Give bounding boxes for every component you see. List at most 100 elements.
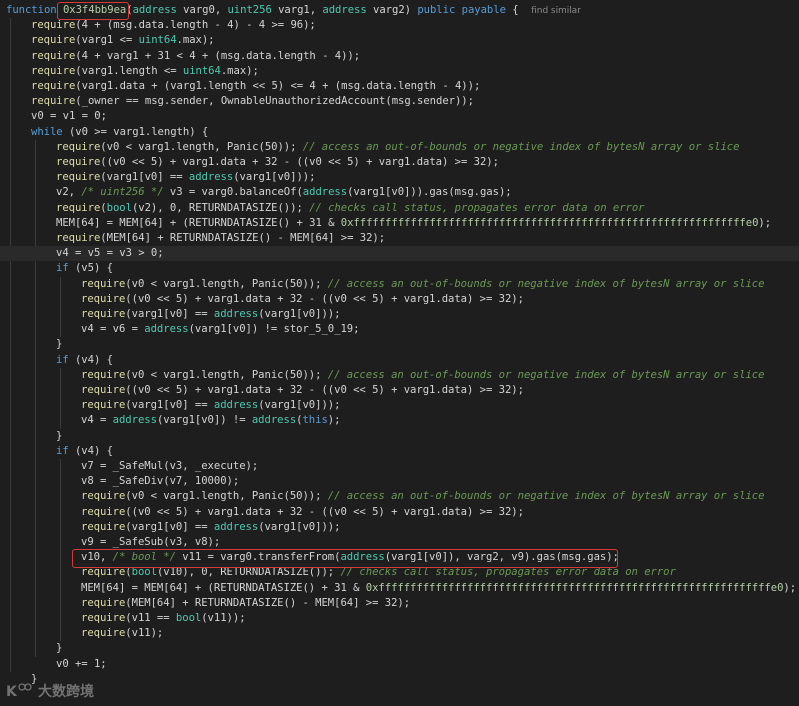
- code-token: // checks call status, propagates error …: [340, 566, 676, 579]
- code-token: (v11);: [125, 627, 164, 640]
- code-token: // access an out-of-bounds or negative i…: [327, 490, 765, 503]
- code-token: if: [56, 353, 69, 366]
- code-line: }: [0, 641, 799, 656]
- code-token: bool: [175, 612, 202, 624]
- code-token: v0 += 1;: [56, 657, 107, 670]
- code-token: address: [112, 414, 157, 427]
- code-line: require(varg1[v0] == address(varg1[v0]))…: [0, 398, 799, 413]
- code-token: require: [81, 399, 126, 412]
- code-token: require: [81, 596, 126, 609]
- code-line: require(MEM[64] + RETURNDATASIZE() - MEM…: [0, 596, 799, 611]
- code-token: // checks call status, propagates error …: [309, 201, 645, 214]
- code-token: require: [31, 80, 76, 92]
- code-token: (v4) {: [68, 444, 113, 457]
- code-token: );: [327, 414, 341, 427]
- code-token: );: [758, 216, 772, 229]
- code-editor[interactable]: function 0x3f4bb9ea(address varg0, uint2…: [0, 0, 799, 706]
- code-line: v2, /* uint256 */ v3 = varg0.balanceOf(a…: [0, 185, 799, 200]
- code-line: require(v0 < varg1.length, Panic(50)); /…: [0, 368, 799, 383]
- code-token: }: [56, 642, 63, 655]
- watermark: K 大数跨境: [6, 680, 94, 702]
- code-token: require: [56, 140, 101, 153]
- code-token: address: [188, 171, 234, 184]
- code-token: require: [81, 308, 126, 320]
- code-line: v0 += 1;: [0, 657, 799, 672]
- code-token: v2,: [56, 186, 82, 199]
- code-token: (v4) {: [68, 353, 113, 366]
- code-token: (varg1.data + (varg1.length << 5) <= 4 +…: [75, 80, 481, 92]
- code-token: v0 = v1 = 0;: [31, 110, 107, 123]
- code-token: // access an out-of-bounds or negative i…: [302, 140, 740, 153]
- code-token: address: [322, 4, 367, 16]
- code-token: (v11));: [201, 612, 246, 624]
- code-token: ((v0 << 5) + varg1.data + 32 - ((v0 << 5…: [125, 384, 524, 396]
- find-similar-link[interactable]: find similar: [531, 6, 581, 16]
- code-token: v4 = v5 = v3 > 0;: [56, 247, 164, 260]
- code-token: require: [31, 19, 76, 32]
- code-line: v4 = v6 = address(varg1[v0]) != stor_5_0…: [0, 322, 799, 337]
- code-line: MEM[64] = MEM[64] + (RETURNDATASIZE() + …: [0, 216, 799, 231]
- code-token: (v5) {: [68, 262, 113, 275]
- code-token: (varg1[v0]));: [233, 171, 316, 184]
- code-token: v7 = _SafeMul(v3, _execute);: [81, 460, 259, 472]
- code-token: require: [81, 520, 126, 533]
- code-token: (varg1[v0] ==: [125, 308, 214, 320]
- code-token: address: [340, 551, 385, 564]
- code-token: (v0 < varg1.length, Panic(50));: [125, 277, 328, 290]
- code-token: (v10), 0, RETURNDATASIZE());: [156, 566, 341, 579]
- code-token: (varg1[v0] ==: [125, 399, 214, 412]
- code-token: (MEM[64] + RETURNDATASIZE() - MEM[64] >=…: [125, 596, 411, 609]
- code-line: MEM[64] = MEM[64] + (RETURNDATASIZE() + …: [0, 581, 799, 596]
- code-token: while: [31, 125, 63, 138]
- code-token: address: [251, 414, 297, 427]
- code-line: require((v0 << 5) + varg1.data + 32 - ((…: [0, 505, 799, 520]
- code-token: require: [81, 627, 126, 640]
- code-line: }: [0, 672, 799, 687]
- code-token: require: [31, 64, 76, 77]
- code-token: require: [81, 490, 126, 503]
- code-token: v11 = varg0.transferFrom(: [175, 551, 341, 564]
- code-token: MEM[64] = MEM[64] + (RETURNDATASIZE() + …: [56, 216, 341, 229]
- code-line: require(v0 < varg1.length, Panic(50)); /…: [0, 277, 799, 292]
- code-token: (varg1[v0]) != stor_5_0_19;: [188, 323, 360, 336]
- code-token: );: [783, 581, 797, 594]
- code-line: }: [0, 337, 799, 352]
- code-token: address: [144, 323, 189, 336]
- code-token: }: [56, 429, 63, 442]
- code-token: uint64: [138, 34, 177, 47]
- code-token: public payable: [417, 4, 506, 16]
- code-token: (varg1[v0] ==: [100, 171, 189, 184]
- code-token: require: [31, 34, 76, 47]
- code-token: address: [302, 186, 348, 199]
- code-line: require(varg1.length <= uint64.max);: [0, 64, 799, 79]
- code-line: require(varg1 <= uint64.max);: [0, 33, 799, 48]
- code-token: (4 + varg1 + 31 < 4 + (msg.data.length -…: [75, 49, 361, 62]
- code-line: v4 = v5 = v3 > 0;: [0, 246, 799, 262]
- code-token: (v11 ==: [125, 612, 176, 624]
- code-line: require(4 + (msg.data.length - 4) - 4 >=…: [0, 18, 799, 33]
- code-token: (varg1[v0]) !=: [156, 414, 252, 427]
- code-line: }: [0, 429, 799, 444]
- code-token: bool: [131, 566, 157, 579]
- code-token: require: [81, 277, 126, 290]
- code-token: /* uint256 */: [81, 186, 164, 199]
- code-token: if: [56, 444, 69, 457]
- code-token: (varg1[v0] ==: [125, 520, 214, 533]
- code-line: require(varg1[v0] == address(varg1[v0]))…: [0, 520, 799, 535]
- code-token: bool: [106, 201, 132, 214]
- code-line: v8 = _SafeDiv(v7, 10000);: [0, 474, 799, 489]
- code-line: require(varg1[v0] == address(varg1[v0]))…: [0, 307, 799, 322]
- code-token: (v0 >= varg1.length) {: [62, 125, 209, 138]
- code-token: 0x3f4bb9ea: [62, 4, 127, 16]
- code-token: (varg1[v0]));: [258, 399, 341, 412]
- code-token: v4 = v6 =: [81, 323, 145, 336]
- code-token: require: [81, 292, 126, 305]
- code-line: require(4 + varg1 + 31 < 4 + (msg.data.l…: [0, 49, 799, 64]
- code-token: address: [213, 308, 259, 320]
- code-token: MEM[64] = MEM[64] + (RETURNDATASIZE() + …: [81, 581, 366, 594]
- code-line: v0 = v1 = 0;: [0, 109, 799, 124]
- code-token: (MEM[64] + RETURNDATASIZE() - MEM[64] >=…: [100, 232, 386, 244]
- logo-icon: K: [6, 683, 32, 700]
- code-token: varg2): [366, 4, 418, 16]
- code-token: require: [56, 232, 101, 244]
